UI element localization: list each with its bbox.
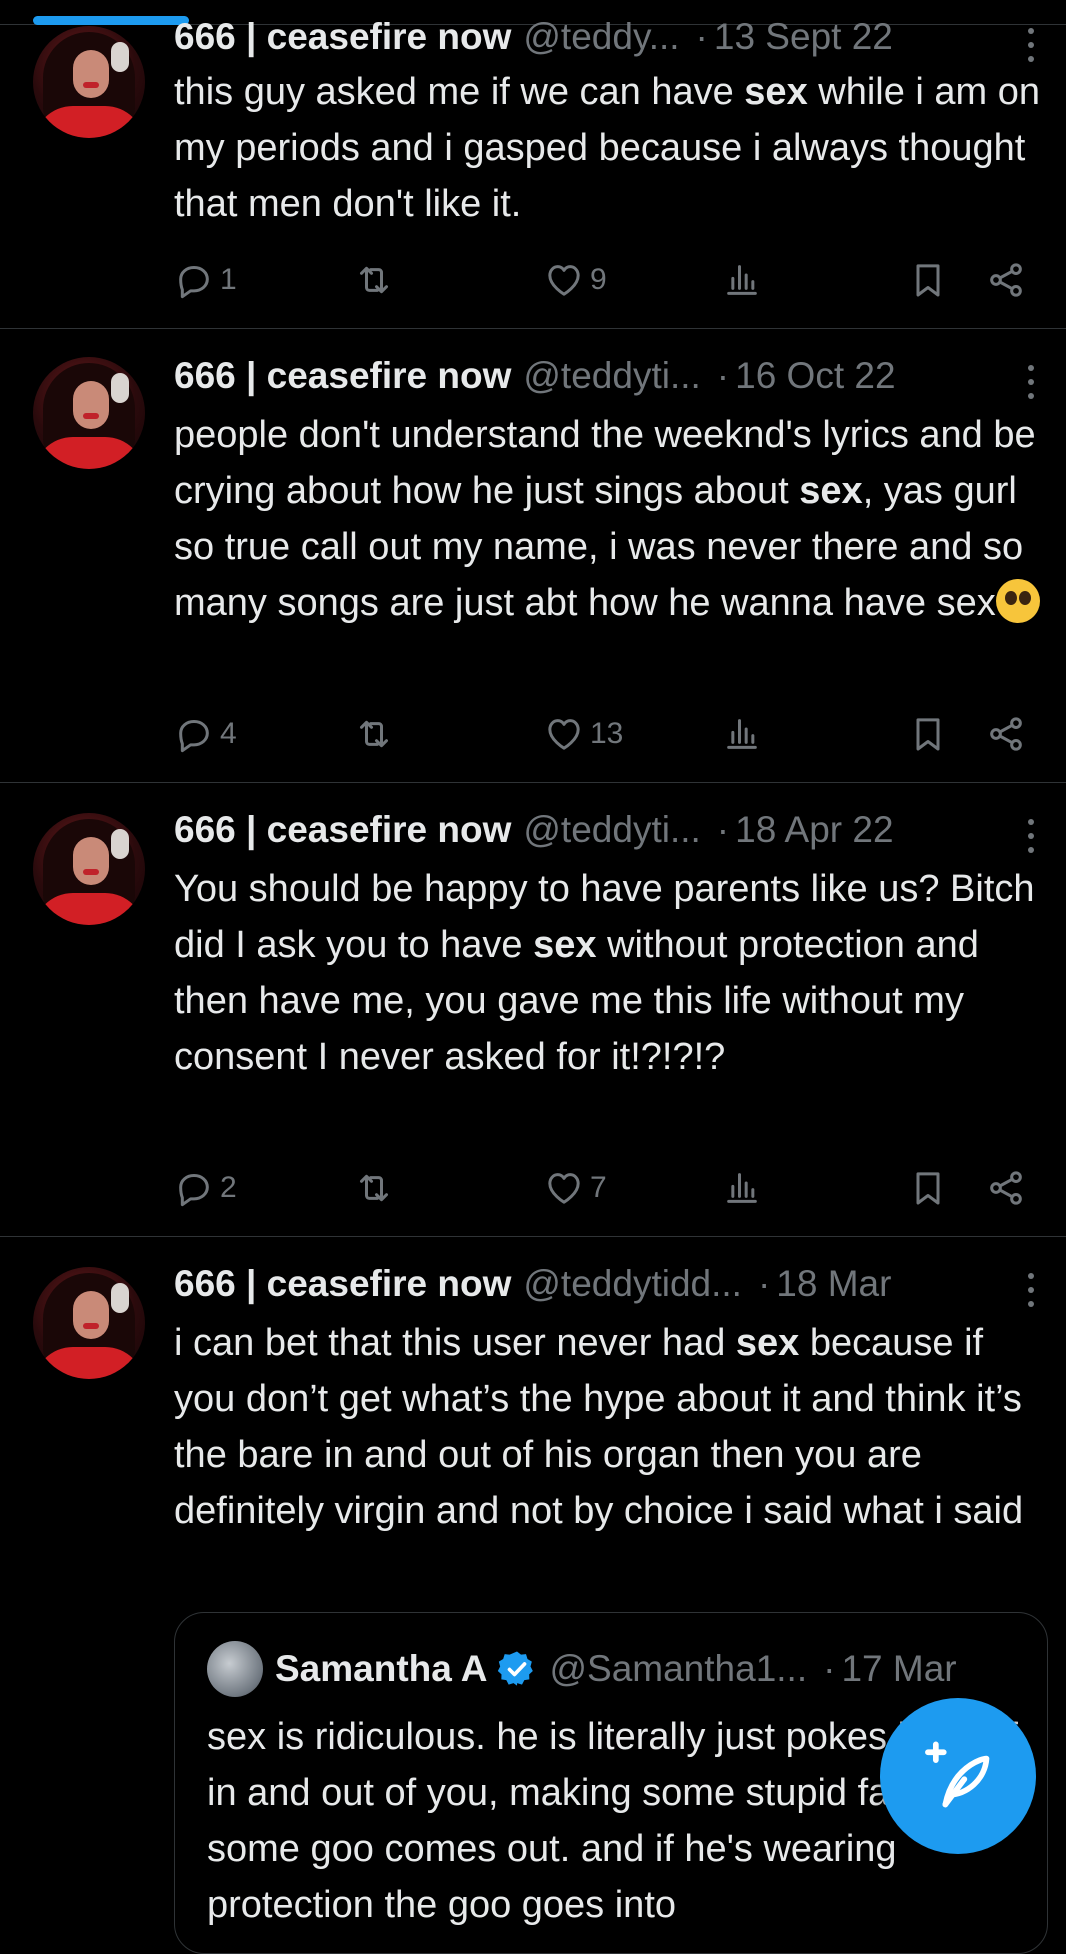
like-button[interactable]: 9 <box>544 252 607 308</box>
views-button[interactable] <box>722 706 762 762</box>
quoted-date[interactable]: 17 Mar <box>841 1648 956 1690</box>
reply-count: 1 <box>220 263 237 296</box>
like-count: 9 <box>590 263 607 296</box>
separator-dot: · <box>716 355 730 396</box>
author-handle[interactable]: @teddy... <box>523 16 679 58</box>
reply-count: 2 <box>220 1171 237 1204</box>
bookmark-button[interactable] <box>908 1160 948 1216</box>
tweet-text: i can bet that this user never had sex b… <box>174 1322 1033 1532</box>
author-name[interactable]: 666 | ceasefire now <box>174 1263 511 1305</box>
share-icon <box>990 1171 1022 1205</box>
author-handle[interactable]: @teddyti... <box>523 355 700 397</box>
separator-dot: · <box>695 16 708 57</box>
tweet-date[interactable]: 13 Sept 22 <box>714 16 893 58</box>
reply-icon <box>179 1174 209 1207</box>
quoted-author-name[interactable]: Samantha A <box>275 1648 487 1690</box>
views-icon <box>727 1173 757 1203</box>
tweet[interactable]: 666 | ceasefire now @teddy... · 13 Sept … <box>0 16 1066 329</box>
like-icon <box>548 1173 580 1204</box>
tweet-date[interactable]: 18 Apr 22 <box>735 809 893 851</box>
like-button[interactable]: 7 <box>544 1160 607 1216</box>
author-name[interactable]: 666 | ceasefire now <box>174 16 511 58</box>
reply-button[interactable]: 1 <box>174 252 237 308</box>
share-icon <box>990 717 1022 751</box>
reply-icon <box>179 266 209 299</box>
author-handle[interactable]: @teddytidd... <box>523 1263 742 1305</box>
reply-button[interactable]: 2 <box>174 1160 237 1216</box>
more-icon[interactable] <box>1026 1273 1036 1307</box>
quoted-author-handle[interactable]: @Samantha1... <box>549 1648 807 1690</box>
share-button[interactable] <box>986 706 1026 762</box>
retweet-button[interactable] <box>354 252 394 308</box>
like-icon <box>548 719 580 750</box>
like-count: 13 <box>590 717 624 750</box>
verified-badge-icon <box>498 1651 534 1686</box>
more-icon[interactable] <box>1026 28 1036 62</box>
compose-icon <box>925 1741 990 1808</box>
action-bar: 27 <box>174 1160 1044 1216</box>
tweet-text: You should be happy to have parents like… <box>174 868 1046 1078</box>
views-button[interactable] <box>722 252 762 308</box>
tweet[interactable]: 666 | ceasefire now @teddyti... · 18 Apr… <box>0 783 1066 1237</box>
views-button[interactable] <box>722 1160 762 1216</box>
tweet-date[interactable]: 18 Mar <box>776 1263 891 1305</box>
retweet-icon <box>360 266 388 294</box>
quoted-avatar[interactable] <box>207 1641 263 1697</box>
avatar[interactable] <box>33 357 145 469</box>
retweet-button[interactable] <box>354 706 394 762</box>
bookmark-icon <box>916 718 940 751</box>
more-icon[interactable] <box>1026 365 1036 399</box>
avatar[interactable] <box>33 1267 145 1379</box>
separator-dot: · <box>823 1648 836 1689</box>
action-bar: 19 <box>174 252 1044 308</box>
reply-count: 4 <box>220 717 237 750</box>
tweet-header: 666 | ceasefire now @teddytidd... · 18 M… <box>174 1261 1014 1307</box>
tweet-text: people don't understand the weeknd's lyr… <box>174 414 1047 624</box>
tweet-header: 666 | ceasefire now @teddyti... · 16 Oct… <box>174 353 1014 399</box>
views-icon <box>727 265 757 295</box>
like-count: 7 <box>590 1171 607 1204</box>
tweet-date[interactable]: 16 Oct 22 <box>735 355 895 397</box>
share-button[interactable] <box>986 1160 1026 1216</box>
compose-button[interactable] <box>880 1698 1036 1854</box>
reply-button[interactable]: 4 <box>174 706 237 762</box>
share-button[interactable] <box>986 252 1026 308</box>
bookmark-icon <box>916 1172 940 1205</box>
retweet-button[interactable] <box>354 1160 394 1216</box>
tweet-header: 666 | ceasefire now @teddy... · 13 Sept … <box>174 14 1014 60</box>
author-name[interactable]: 666 | ceasefire now <box>174 809 511 851</box>
separator-dot: · <box>757 1263 771 1304</box>
separator-dot: · <box>716 809 730 850</box>
action-bar: 4 13 <box>174 706 1044 762</box>
views-icon <box>727 719 757 749</box>
reply-icon <box>179 720 209 753</box>
retweet-icon <box>360 720 388 748</box>
avatar[interactable] <box>33 26 145 138</box>
more-icon[interactable] <box>1026 819 1036 853</box>
tweet[interactable]: 666 | ceasefire now @teddyti... · 16 Oct… <box>0 329 1066 783</box>
author-name[interactable]: 666 | ceasefire now <box>174 355 511 397</box>
retweet-icon <box>360 1174 388 1202</box>
bookmark-icon <box>916 264 940 297</box>
tweet-text: this guy asked me if we can have sex whi… <box>174 71 1051 225</box>
author-handle[interactable]: @teddyti... <box>523 809 700 851</box>
bookmark-button[interactable] <box>908 252 948 308</box>
bookmark-button[interactable] <box>908 706 948 762</box>
tweet-header: 666 | ceasefire now @teddyti... · 18 Apr… <box>174 807 1014 853</box>
avatar[interactable] <box>33 813 145 925</box>
quoted-header: Samantha A @Samantha1... · 17 Mar <box>275 1645 1021 1693</box>
like-button[interactable]: 13 <box>544 706 623 762</box>
share-icon <box>990 263 1022 297</box>
pleading-face-emoji <box>995 579 1040 623</box>
like-icon <box>548 265 580 296</box>
